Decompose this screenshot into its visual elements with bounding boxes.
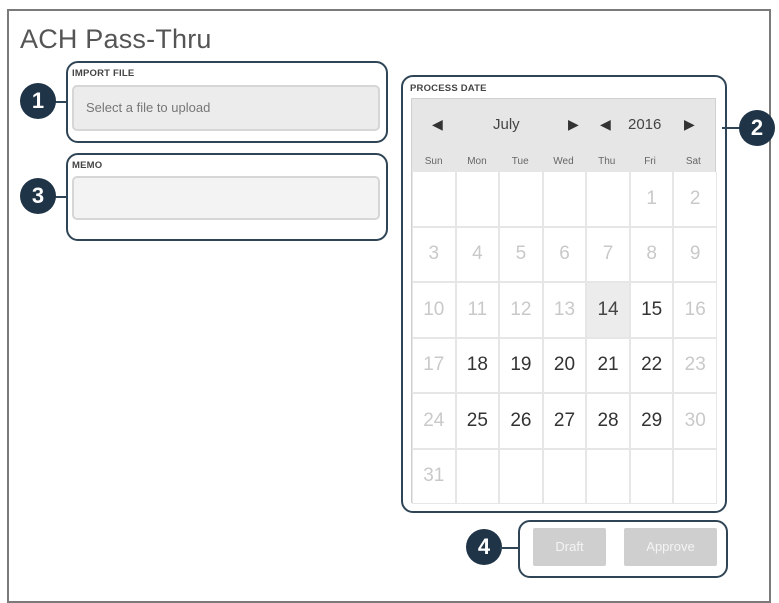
- calendar-day-8: 8: [630, 227, 673, 281]
- calendar-day-18[interactable]: 18: [456, 338, 499, 392]
- page-title: ACH Pass-Thru: [20, 24, 212, 54]
- weekday-fri: Fri: [644, 156, 656, 167]
- prev-year-icon[interactable]: ◀: [600, 116, 611, 133]
- calendar-day-4: 4: [456, 227, 499, 281]
- calendar-day-empty: [500, 449, 542, 503]
- calendar-year: 2016: [628, 116, 662, 133]
- calendar-day-3: 3: [413, 227, 455, 281]
- calendar-day-5: 5: [500, 227, 542, 281]
- calendar-day-17: 17: [413, 338, 455, 392]
- calendar-day-empty: [500, 172, 542, 226]
- callout-badge-3: 3: [20, 178, 56, 214]
- calendar-day-19[interactable]: 19: [500, 338, 542, 392]
- calendar-day-grid: 1 2 3 4 5 6 7 8 9 10 11 12 13 14 15 16 17 18 19 20 21 22 23 24 2…: [412, 172, 717, 504]
- prev-month-icon[interactable]: ◀: [432, 116, 443, 133]
- calendar-day-26[interactable]: 26: [500, 394, 542, 448]
- import-file-label: IMPORT FILE: [72, 68, 135, 79]
- callout-4-connector: [500, 547, 520, 549]
- calendar-day-1: 1: [630, 172, 673, 226]
- weekday-mon: Mon: [467, 156, 487, 167]
- callout-badge-1: 1: [20, 83, 56, 119]
- weekday-wed: Wed: [553, 156, 574, 167]
- calendar-day-empty: [630, 449, 673, 503]
- calendar-day-21[interactable]: 21: [587, 338, 629, 392]
- calendar-day-13: 13: [543, 283, 586, 337]
- memo-input[interactable]: [72, 176, 380, 220]
- weekday-sun: Sun: [424, 156, 443, 167]
- next-year-icon[interactable]: ▶: [684, 116, 695, 133]
- calendar-day-24: 24: [413, 394, 455, 448]
- calendar-day-31: 31: [413, 449, 455, 503]
- calendar-day-20[interactable]: 20: [543, 338, 586, 392]
- weekday-header-row: Sun Mon Tue Wed Thu Fri Sat: [412, 151, 715, 172]
- calendar-day-11: 11: [456, 283, 499, 337]
- approve-button[interactable]: Approve: [624, 528, 717, 566]
- calendar-day-23: 23: [674, 338, 716, 392]
- calendar-header: ◀ July ▶ ◀ 2016 ▶: [412, 99, 715, 151]
- weekday-thu: Thu: [598, 156, 616, 167]
- calendar-day-27[interactable]: 27: [543, 394, 586, 448]
- calendar-day-15[interactable]: 15: [630, 283, 673, 337]
- calendar-day-28[interactable]: 28: [587, 394, 629, 448]
- calendar-day-empty: [413, 172, 455, 226]
- calendar-day-empty: [587, 172, 629, 226]
- next-month-icon[interactable]: ▶: [568, 116, 579, 133]
- import-file-input[interactable]: Select a file to upload: [72, 85, 380, 131]
- calendar-day-7: 7: [587, 227, 629, 281]
- process-date-label: PROCESS DATE: [410, 83, 487, 94]
- calendar-day-6: 6: [543, 227, 586, 281]
- calendar-day-empty: [543, 449, 586, 503]
- calendar-day-9: 9: [674, 227, 716, 281]
- memo-label: MEMO: [72, 160, 103, 171]
- calendar-day-30: 30: [674, 394, 716, 448]
- draft-button[interactable]: Draft: [533, 528, 606, 566]
- calendar-day-empty: [587, 449, 629, 503]
- callout-badge-2: 2: [739, 110, 775, 146]
- weekday-sat: Sat: [685, 156, 701, 167]
- import-file-placeholder: Select a file to upload: [86, 100, 211, 115]
- calendar-month: July: [493, 116, 520, 133]
- calendar-day-14[interactable]: 14: [587, 283, 629, 337]
- calendar-day-12: 12: [500, 283, 542, 337]
- calendar-day-16: 16: [674, 283, 716, 337]
- calendar: ◀ July ▶ ◀ 2016 ▶ Sun Mon Tue Wed Thu Fr…: [411, 98, 717, 504]
- calendar-day-empty: [456, 449, 499, 503]
- calendar-day-22[interactable]: 22: [630, 338, 673, 392]
- calendar-day-empty: [674, 449, 716, 503]
- calendar-day-empty: [456, 172, 499, 226]
- calendar-day-29[interactable]: 29: [630, 394, 673, 448]
- calendar-day-25[interactable]: 25: [456, 394, 499, 448]
- callout-badge-4: 4: [466, 529, 502, 565]
- calendar-day-2: 2: [674, 172, 716, 226]
- weekday-tue: Tue: [511, 156, 529, 167]
- calendar-day-10: 10: [413, 283, 455, 337]
- calendar-day-empty: [543, 172, 586, 226]
